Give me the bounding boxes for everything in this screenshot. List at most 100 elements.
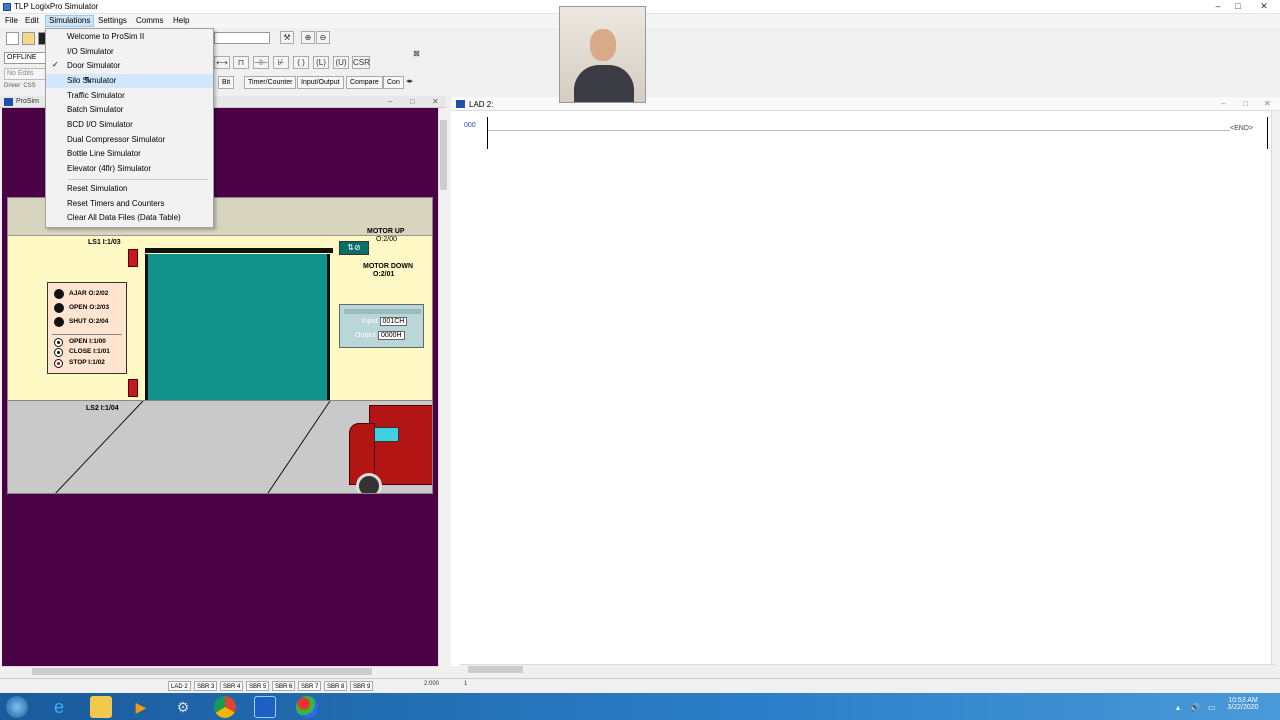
otl-icon[interactable]: (L) [313, 56, 329, 69]
menu-item-io-simulator[interactable]: I/O Simulator [46, 45, 213, 59]
tab-compare[interactable]: Compare [346, 76, 383, 89]
lad-vertical-scrollbar[interactable] [1271, 111, 1280, 666]
new-file-icon[interactable] [6, 32, 19, 45]
xic-icon[interactable]: ⊣⊢ [253, 56, 269, 69]
tab-scroll-icon[interactable]: ◂▸ [406, 76, 422, 89]
prosim-close-icon[interactable]: ✕ [432, 97, 439, 106]
network-icon[interactable]: ▭ [1208, 703, 1216, 712]
csr-button[interactable]: CSR [352, 56, 370, 69]
tab-bit[interactable]: Bit [218, 76, 235, 89]
menu-item-door-simulator[interactable]: Door Simulator [46, 59, 213, 73]
branch-icon[interactable]: ⊓ [233, 56, 249, 69]
garage-door [145, 254, 330, 400]
address-field[interactable] [214, 32, 270, 44]
menu-edit[interactable]: Edit [22, 15, 42, 27]
tab-timer-counter[interactable]: Timer/Counter [244, 76, 297, 89]
toolbar-close-icon[interactable]: ⊠ [411, 49, 422, 59]
menu-item-clear-data-files[interactable]: Clear All Data Files (Data Table) [46, 211, 213, 225]
open-lamp-label: OPEN O:2/03 [69, 304, 110, 311]
tab-sbr9[interactable]: SBR 9 [350, 681, 374, 691]
open-pushbutton[interactable] [54, 338, 63, 347]
io-display: Input 001CH Output 0000H [339, 304, 424, 348]
menu-help[interactable]: Help [170, 15, 192, 27]
panel-divider [52, 334, 122, 335]
lad-minimize-icon[interactable]: – [1221, 99, 1225, 108]
menu-item-bottle-line[interactable]: Bottle Line Simulator [46, 147, 213, 161]
tab-sbr5[interactable]: SBR 5 [246, 681, 270, 691]
left-power-rail [487, 117, 488, 149]
ladder-editor[interactable] [451, 111, 1271, 666]
menu-item-bcd-io-simulator[interactable]: BCD I/O Simulator [46, 118, 213, 132]
prosim-minimize-icon[interactable]: – [388, 97, 392, 106]
status-bar [0, 678, 1280, 693]
wrench-icon[interactable]: ⚒ [280, 31, 294, 44]
zoom-out-icon[interactable]: ⊖ [316, 31, 330, 44]
menu-file[interactable]: File [2, 15, 21, 27]
mouse-cursor-icon: ↖ [84, 75, 93, 86]
lad-hscroll-thumb[interactable] [468, 666, 523, 673]
menu-comms[interactable]: Comms [133, 15, 167, 27]
volume-icon[interactable]: 🔊 [1190, 703, 1200, 712]
prosim-vertical-scrollbar[interactable] [438, 108, 448, 668]
open-folder-icon[interactable] [22, 32, 35, 45]
tab-sbr7[interactable]: SBR 7 [298, 681, 322, 691]
system-clock[interactable]: 10:53 AM 3/22/2020 [1222, 697, 1264, 711]
menu-item-batch-simulator[interactable]: Batch Simulator [46, 103, 213, 117]
maximize-icon[interactable]: □ [1228, 0, 1248, 14]
io-input-value: 001CH [379, 317, 408, 326]
prosim-scroll-thumb[interactable] [440, 120, 447, 190]
chrome-icon[interactable] [214, 696, 236, 718]
settings-gear-icon[interactable]: ⚙ [172, 696, 194, 718]
lad-horizontal-scrollbar[interactable] [460, 664, 1275, 675]
menu-item-welcome[interactable]: Welcome to ProSim II [46, 30, 213, 44]
stop-pushbutton[interactable] [54, 359, 63, 368]
truck-window [374, 427, 399, 442]
minimize-icon[interactable]: – [1208, 0, 1228, 14]
tab-sbr4[interactable]: SBR 4 [220, 681, 244, 691]
menu-item-dual-compressor[interactable]: Dual Compressor Simulator [46, 133, 213, 147]
end-instruction[interactable]: <END> [1230, 125, 1253, 132]
tray-expand-icon[interactable]: ▴ [1176, 703, 1180, 712]
otu-icon[interactable]: (U) [333, 56, 349, 69]
menu-item-reset-simulation[interactable]: Reset Simulation [46, 182, 213, 196]
presenter-face [590, 29, 616, 61]
lad-maximize-icon[interactable]: □ [1243, 99, 1248, 108]
menu-item-traffic-simulator[interactable]: Traffic Simulator [46, 89, 213, 103]
ote-icon[interactable]: ( ) [293, 56, 309, 69]
internet-explorer-icon[interactable]: e [48, 696, 70, 718]
rung-number[interactable]: 000 [464, 122, 476, 129]
rung-icon[interactable]: ⟷ [214, 56, 230, 69]
start-button-icon[interactable] [6, 696, 28, 718]
menu-item-silo-simulator[interactable]: Silo Simulator [46, 74, 213, 88]
menu-item-elevator[interactable]: Elevator (4flr) Simulator [46, 162, 213, 176]
tab-con[interactable]: Con [383, 76, 404, 89]
tab-sbr8[interactable]: SBR 8 [324, 681, 348, 691]
rung-line[interactable] [488, 130, 1230, 131]
prosim-hscroll-thumb[interactable] [32, 668, 372, 675]
menu-simulations[interactable]: Simulations [45, 15, 95, 27]
app-icon [3, 3, 11, 11]
close-icon[interactable]: ✕ [1250, 0, 1278, 14]
tab-input-output[interactable]: Input/Output [297, 76, 344, 89]
screen-recorder-icon[interactable] [296, 696, 318, 718]
zoom-in-icon[interactable]: ⊕ [301, 31, 315, 44]
prosim-maximize-icon[interactable]: □ [410, 97, 415, 106]
logixpro-taskbar-icon[interactable] [254, 696, 276, 718]
truck-wheel [356, 473, 382, 493]
tab-lad2[interactable]: LAD 2 [168, 681, 191, 691]
file-explorer-icon[interactable] [90, 696, 112, 718]
media-player-icon[interactable]: ▶ [130, 696, 152, 718]
xio-icon[interactable]: ⊬ [273, 56, 289, 69]
motor-down-address: O:2/01 [373, 271, 395, 278]
menu-item-reset-timers[interactable]: Reset Timers and Counters [46, 197, 213, 211]
close-pushbutton[interactable] [54, 348, 63, 357]
tab-sbr6[interactable]: SBR 6 [272, 681, 296, 691]
ajar-label: AJAR O:2/02 [69, 290, 109, 297]
lad-close-icon[interactable]: ✕ [1264, 99, 1271, 108]
mode-dropdown[interactable]: OFFLINE [4, 52, 46, 64]
menu-settings[interactable]: Settings [95, 15, 130, 27]
tab-sbr3[interactable]: SBR 3 [194, 681, 218, 691]
open-button-label: OPEN I:1/00 [69, 338, 106, 345]
lad-icon [456, 100, 465, 108]
prosim-horizontal-scrollbar[interactable] [2, 666, 438, 677]
